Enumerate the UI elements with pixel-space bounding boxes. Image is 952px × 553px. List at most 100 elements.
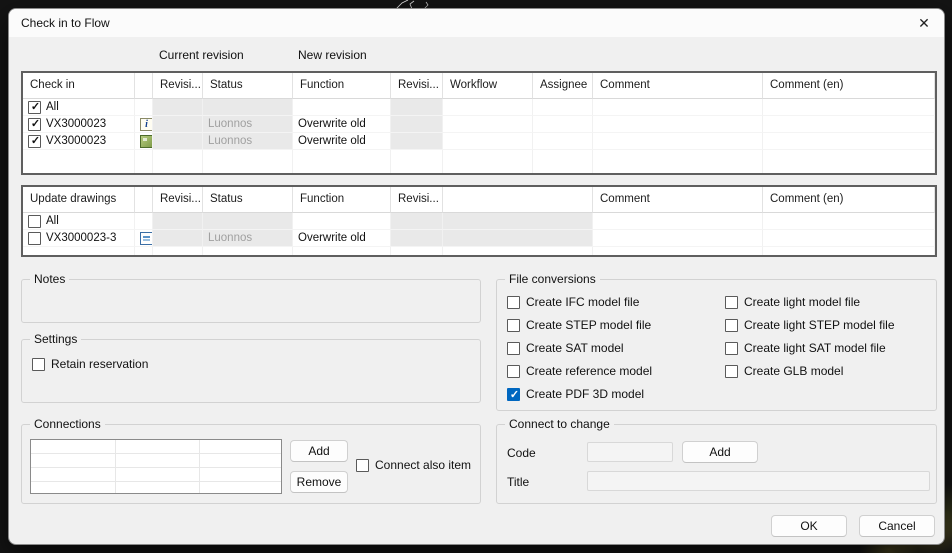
cancel-button[interactable]: Cancel: [859, 515, 935, 537]
connect-also-item-option[interactable]: Connect also item: [356, 458, 471, 472]
row-label: All: [46, 101, 59, 113]
connect-also-item-checkbox[interactable]: [356, 459, 369, 472]
cell-comment: [593, 213, 763, 230]
cell-empty: [23, 150, 135, 173]
create-reference-option[interactable]: Create reference model: [507, 364, 652, 378]
checkin-row-item[interactable]: VX3000023: [23, 133, 135, 150]
create-glb-checkbox[interactable]: [725, 365, 738, 378]
option-label: Create light model file: [744, 295, 860, 309]
cell-empty: [135, 150, 153, 173]
dialog-title: Check in to Flow: [21, 16, 110, 30]
close-icon[interactable]: ✕: [912, 11, 936, 35]
update-drawings-table: Update drawings Revisi... Status Functio…: [21, 185, 937, 257]
checkin-all-checkbox[interactable]: [28, 101, 41, 114]
create-light-sat-option[interactable]: Create light SAT model file: [725, 341, 886, 355]
cell-assignee: [533, 99, 593, 116]
cell-empty: [391, 150, 443, 173]
col-header-blank: [443, 187, 593, 213]
change-add-button[interactable]: Add: [682, 441, 758, 463]
create-pdf3d-checkbox[interactable]: [507, 388, 520, 401]
cell-revision: [153, 213, 203, 230]
create-light-model-option[interactable]: Create light model file: [725, 295, 860, 309]
notes-group-label: Notes: [30, 272, 69, 286]
col-header-workflow: Workflow: [443, 73, 533, 99]
cell-comment-en: [763, 213, 935, 230]
checkin-row-item[interactable]: VX3000023: [23, 116, 135, 133]
connections-remove-button[interactable]: Remove: [290, 471, 348, 493]
create-light-model-checkbox[interactable]: [725, 296, 738, 309]
col-header-function: Function: [293, 187, 391, 213]
list-grid-line: [115, 440, 116, 493]
cell-comment: [593, 99, 763, 116]
create-light-step-checkbox[interactable]: [725, 319, 738, 332]
cell-icon: [135, 133, 153, 150]
retain-reservation-checkbox[interactable]: [32, 358, 45, 371]
create-glb-option[interactable]: Create GLB model: [725, 364, 843, 378]
row-checkbox[interactable]: [28, 135, 41, 148]
cell-empty: [391, 247, 443, 255]
create-step-checkbox[interactable]: [507, 319, 520, 332]
cell-revision: [153, 230, 203, 247]
col-header-icon: [135, 187, 153, 213]
col-header-icon: [135, 73, 153, 99]
drawings-row-item[interactable]: VX3000023-3: [23, 230, 135, 247]
cell-empty: [533, 150, 593, 173]
cell-revision: [153, 116, 203, 133]
row-checkbox[interactable]: [28, 118, 41, 131]
cell-assignee: [533, 133, 593, 150]
create-light-step-option[interactable]: Create light STEP model file: [725, 318, 895, 332]
checkin-row-all[interactable]: All: [23, 99, 135, 116]
cell-status: Luonnos: [203, 230, 293, 247]
cell-empty: [443, 150, 533, 173]
code-field[interactable]: [587, 442, 673, 462]
create-sat-checkbox[interactable]: [507, 342, 520, 355]
create-ifc-option[interactable]: Create IFC model file: [507, 295, 639, 309]
ok-button[interactable]: OK: [771, 515, 847, 537]
cell-empty: [135, 213, 153, 230]
retain-reservation-option[interactable]: Retain reservation: [32, 357, 148, 371]
title-field[interactable]: [587, 471, 930, 491]
cell-function: [293, 213, 391, 230]
row-checkbox[interactable]: [28, 232, 41, 245]
settings-group-label: Settings: [30, 332, 81, 346]
cell-revision-new: [391, 99, 443, 116]
retain-reservation-label: Retain reservation: [51, 357, 148, 371]
checkin-table: Check in Revisi... Status Function Revis…: [21, 71, 937, 175]
create-pdf3d-option[interactable]: Create PDF 3D model: [507, 387, 644, 401]
create-sat-option[interactable]: Create SAT model: [507, 341, 624, 355]
create-ifc-checkbox[interactable]: [507, 296, 520, 309]
cell-comment: [593, 133, 763, 150]
option-label: Create GLB model: [744, 364, 843, 378]
model-icon: [140, 135, 153, 148]
cell-revision-new: [391, 133, 443, 150]
connections-add-button[interactable]: Add: [290, 440, 348, 462]
col-header-comment: Comment: [593, 73, 763, 99]
create-light-sat-checkbox[interactable]: [725, 342, 738, 355]
connect-to-change-group: Connect to change Code Add Title: [496, 424, 937, 504]
option-label: Create reference model: [526, 364, 652, 378]
drawings-row-all[interactable]: All: [23, 213, 135, 230]
cell-comment-en: [763, 230, 935, 247]
cell-function: Overwrite old: [293, 230, 391, 247]
file-conversions-group: File conversions Create IFC model file C…: [496, 279, 937, 411]
connections-list[interactable]: [30, 439, 282, 494]
cell-empty: [293, 150, 391, 173]
create-reference-checkbox[interactable]: [507, 365, 520, 378]
connections-group-label: Connections: [30, 417, 105, 431]
col-header-comment: Comment: [593, 187, 763, 213]
row-label: All: [46, 215, 59, 227]
cell-function: Overwrite old: [293, 116, 391, 133]
cell-icon: [135, 230, 153, 247]
title-label: Title: [507, 475, 529, 489]
col-header-comment-en: Comment (en): [763, 73, 935, 99]
create-step-option[interactable]: Create STEP model file: [507, 318, 651, 332]
current-revision-label: Current revision: [159, 48, 244, 62]
option-label: Create light STEP model file: [744, 318, 895, 332]
cell-empty: [593, 247, 763, 255]
drawings-all-checkbox[interactable]: [28, 215, 41, 228]
cell-comment: [593, 230, 763, 247]
cell-blank: [443, 213, 593, 230]
cell-empty: [135, 99, 153, 116]
connections-group: Connections Add Remove Connect also item: [21, 424, 481, 504]
connect-to-change-group-label: Connect to change: [505, 417, 614, 431]
